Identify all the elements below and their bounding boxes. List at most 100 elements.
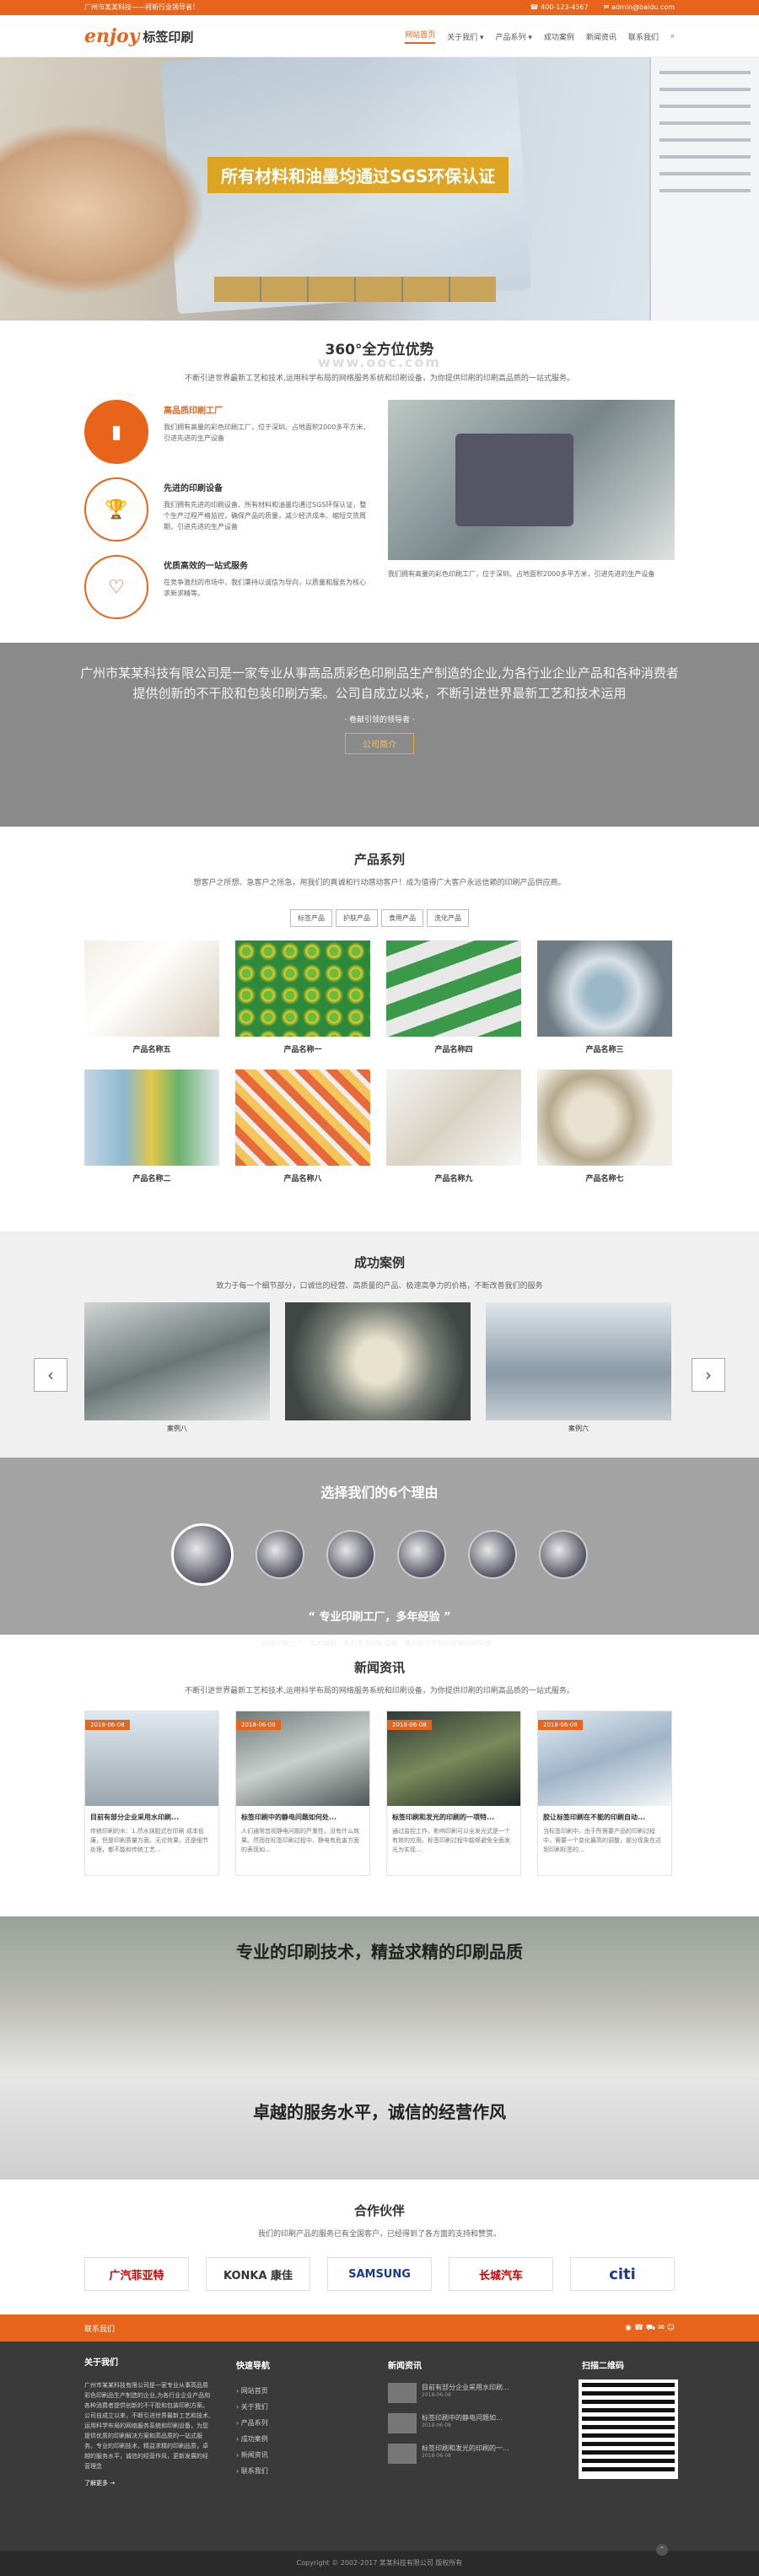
slogan-service: 卓越的服务水平，诚信的经营作风 <box>253 2102 506 2122</box>
email-link[interactable]: ✉ admin@baidu.com <box>604 0 675 15</box>
slogan-quality: 专业的印刷技术，精益求精的印刷品质 <box>236 1942 523 1962</box>
case-card[interactable]: 案例八 <box>84 1302 270 1436</box>
partner-logo[interactable]: SAMSUNG <box>327 2257 432 2291</box>
case-card[interactable]: 案例六 <box>486 1302 671 1436</box>
advantage-item: ♡ 优质高效的一站式服务 在竞争激烈的市场中，我们秉持以诚信为导向，以质量和服务为核… <box>84 555 371 619</box>
company-intro: 广州市某某科技有限公司是一家专业从事高品质彩色印刷品生产制造的企业,为各行业企业… <box>80 666 679 701</box>
reasons-section: 选择我们的6个理由 “ 专业印刷工厂，多年经验 ” 10年印刷工厂，实力雄厚。多… <box>0 1458 759 1647</box>
section-subtitle: 不断引进世界最新工艺和技术,运用科学布局的网络服务系统和印刷设备，为你提供印刷的… <box>185 375 574 383</box>
reason-thumb[interactable] <box>468 1530 517 1579</box>
section-title: 合作伙伴 <box>353 2203 405 2218</box>
header: enjoy 标签印刷 网站首页 关于我们 ▾ 产品系列 ▾ 成功案例 新闻资讯 联… <box>0 15 759 57</box>
next-arrow-icon[interactable]: › <box>692 1358 725 1392</box>
social-icons: ◉ ☎ ⛟ ✉ ☺ <box>625 2324 675 2333</box>
reason-thumb[interactable] <box>539 1530 588 1579</box>
footer-about-text: 广州市某某科技有限公司是一家专业从事高品质彩色印刷品生产制造的企业,为各行业企业… <box>84 2382 211 2470</box>
phone-text: ☎ 400-123-4567 <box>530 3 589 11</box>
section-title: 产品系列 <box>353 852 405 867</box>
reason-thumb[interactable] <box>326 1530 375 1579</box>
tab-detergent[interactable]: 洗化产品 <box>427 909 469 927</box>
banner-doc-image <box>649 57 759 321</box>
footer-nav-link[interactable]: › 网站首页 <box>236 2383 363 2399</box>
news-card[interactable]: 2018-06-08 胶让标签印刷在不能的印刷自动... 当标签印刷中，由于所需要产… <box>537 1711 672 1876</box>
footer-about-title: 关于我们 <box>84 2358 118 2368</box>
main-nav: 网站首页 关于我们 ▾ 产品系列 ▾ 成功案例 新闻资讯 联系我们 ⌕ <box>405 29 675 44</box>
section-subtitle: 不断引进世界最新工艺和技术,运用科学布局的网络服务系统和印刷设备，为你提供印刷的… <box>185 1687 574 1695</box>
cart-icon[interactable]: ⛟ <box>646 2324 655 2332</box>
more-link[interactable]: 了解更多 → <box>84 2478 211 2488</box>
news-card[interactable]: 2018-06-08 标签印刷中的静电问题如何处... 人们通常忽视静电问题的严重性… <box>235 1711 370 1876</box>
welcome-text: 广州市某某科技——柯新行业领导者！ <box>84 3 199 11</box>
partner-logo[interactable]: citi <box>570 2257 675 2291</box>
banner-caption: 所有材料和油墨均通过SGS环保认证 <box>207 157 509 193</box>
footer-news-item[interactable]: 目前有部分企业采用水印刷... 2018-06-08 <box>388 2383 557 2403</box>
weibo-icon[interactable]: ◉ <box>625 2324 632 2332</box>
nav-about[interactable]: 关于我们 ▾ <box>447 31 483 42</box>
footer-nav-link[interactable]: › 联系我们 <box>236 2463 363 2479</box>
footer-nav-link[interactable]: › 新闻资讯 <box>236 2447 363 2463</box>
company-tag: · 卷献引领的领导者 · <box>344 716 415 725</box>
phone-icon[interactable]: ☎ <box>634 2324 643 2332</box>
qr-code <box>579 2379 678 2479</box>
machine-image <box>388 400 675 560</box>
nav-cases[interactable]: 成功案例 <box>544 31 574 42</box>
banner-label-strip <box>214 277 496 302</box>
nav-products[interactable]: 产品系列 ▾ <box>496 31 532 42</box>
back-to-top-icon[interactable]: ⌃ <box>656 2544 668 2556</box>
section-subtitle: 想客户之所想、急客户之所急，用我们的真诚和行动感动客户！成为值得广大客户永远信赖… <box>193 879 566 887</box>
advantages-section: 360°全方位优势 www.ooc.com 不断引进世界最新工艺和技术,运用科学布… <box>0 321 759 643</box>
partner-logo[interactable]: 长城汽车 <box>449 2257 553 2291</box>
reason-thumb[interactable] <box>397 1530 446 1579</box>
company-intro-button[interactable]: 公司简介 <box>345 733 414 754</box>
news-card[interactable]: 2018-06-08 目前有部分企业采用水印刷... 传统印刷的水：1.然水抹胶式在… <box>84 1711 219 1876</box>
mail-icon[interactable]: ✉ <box>658 2324 665 2332</box>
search-icon[interactable]: ⌕ <box>670 32 675 40</box>
partner-logo[interactable]: 广汽菲亚特 <box>84 2257 189 2291</box>
product-tabs: 标签产品 护肤产品 食用产品 洗化产品 <box>84 909 675 927</box>
footer-nav-title: 快速导航 <box>236 2362 270 2371</box>
section-title: 选择我们的6个理由 <box>320 1485 439 1501</box>
product-card[interactable]: 产品名称一 <box>235 940 370 1054</box>
user-icon[interactable]: ☺ <box>667 2324 675 2332</box>
logo[interactable]: enjoy 标签印刷 <box>84 25 193 47</box>
product-card[interactable]: 产品名称三 <box>537 940 672 1054</box>
nav-home[interactable]: 网站首页 <box>405 29 436 44</box>
hero-banner[interactable]: 所有材料和油墨均通过SGS环保认证 <box>0 57 759 321</box>
tab-label-products[interactable]: 标签产品 <box>290 909 332 927</box>
watermark: www.ooc.com <box>317 354 442 370</box>
reason-thumb[interactable] <box>171 1523 234 1586</box>
product-card[interactable]: 产品名称七 <box>537 1070 672 1183</box>
nav-contact[interactable]: 联系我们 <box>628 31 659 42</box>
product-card[interactable]: 产品名称四 <box>386 940 521 1054</box>
news-section: 新闻资讯 不断引进世界最新工艺和技术,运用科学布局的网络服务系统和印刷设备，为你… <box>0 1635 759 1916</box>
section-subtitle: 致力于每一个细节部分，口诚信的经营、高质量的产品、极速高争力的价格，不断改善我们… <box>216 1282 543 1291</box>
prev-arrow-icon[interactable]: ‹ <box>34 1358 67 1392</box>
case-card[interactable] <box>285 1302 471 1436</box>
product-card[interactable]: 产品名称九 <box>386 1070 521 1183</box>
footer-news-item[interactable]: 标签印刷中的静电问题如... 2018-06-08 <box>388 2413 557 2433</box>
product-card[interactable]: 产品名称二 <box>84 1070 219 1183</box>
section-subtitle: 我们的印刷产品的服务已有全国客户，已经得到了各方面的支持和赞赏。 <box>257 2230 501 2239</box>
tab-food[interactable]: 食用产品 <box>381 909 423 927</box>
reason-icons <box>0 1523 759 1586</box>
footer-nav-link[interactable]: › 成功案例 <box>236 2431 363 2447</box>
section-title: 成功案例 <box>353 1255 405 1270</box>
tab-skincare[interactable]: 护肤产品 <box>336 909 378 927</box>
footer-news-title: 新闻资讯 <box>388 2362 422 2371</box>
reason-thumb[interactable] <box>256 1530 304 1579</box>
product-card[interactable]: 产品名称五 <box>84 940 219 1054</box>
section-title: 360°全方位优势 www.ooc.com <box>84 337 675 370</box>
topbar: 广州市某某科技——柯新行业领导者！ ☎ 400-123-4567 ✉ admin@… <box>0 0 759 15</box>
footer-qr-title: 扫描二维码 <box>582 2362 624 2371</box>
advantage-item: 🏆 先进的印刷设备 我们拥有先进的印刷设备、所有材料和油墨均通过SGS环保认证，整个… <box>84 477 371 542</box>
nav-news[interactable]: 新闻资讯 <box>586 31 616 42</box>
footer-news-item[interactable]: 标签印刷和发光的印刷的一... 2018-06-08 <box>388 2444 557 2464</box>
product-card[interactable]: 产品名称八 <box>235 1070 370 1183</box>
footer-bar: 联系我们 ◉ ☎ ⛟ ✉ ☺ <box>0 2315 759 2342</box>
news-card[interactable]: 2018-06-08 标签印刷和发光的印刷的一项特... 通过监控工作，影响印刷可以… <box>386 1711 521 1876</box>
footer-nav-link[interactable]: › 关于我们 <box>236 2399 363 2415</box>
partner-logo[interactable]: KONKA 康佳 <box>206 2257 310 2291</box>
cases-section: 成功案例 致力于每一个细节部分，口诚信的经营、高质量的产品、极速高争力的价格，不… <box>0 1231 759 1458</box>
footer-nav-link[interactable]: › 产品系列 <box>236 2415 363 2431</box>
footer: 关于我们广州市某某科技有限公司是一家专业从事高品质彩色印刷品生产制造的企业,为各… <box>0 2342 759 2556</box>
